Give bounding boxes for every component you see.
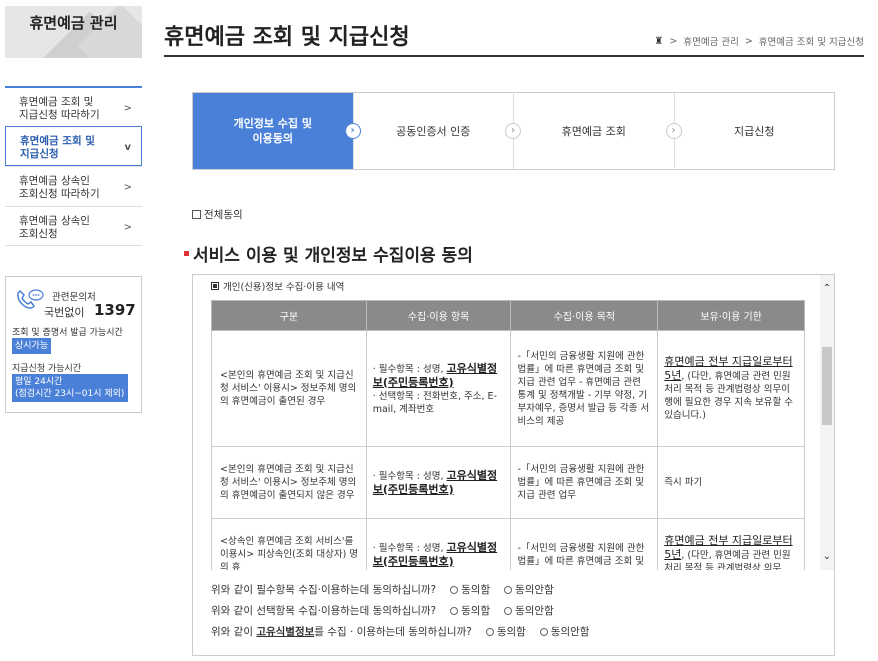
table-cell: · 필수항목 : 성명, 고유식별정보(주민등록번호) · 선택항목 : 전화번… [365, 330, 512, 447]
table-header-row: 구분 수집·이용 항목 수집·이용 목적 보유·이용 기한 [211, 300, 805, 331]
step-arrow-icon: › [344, 123, 361, 139]
radio-circle[interactable] [504, 585, 513, 594]
contact-label: 관련문의처 [52, 292, 96, 303]
chevron-down-icon[interactable]: ⌄ [820, 551, 834, 562]
consent-scroll-area[interactable]: 개인(신용)정보 수집·이용 내역 구분 수집·이용 항목 수집·이용 목적 보… [193, 275, 821, 570]
sidebar-item-heir-guide[interactable]: 휴면예금 상속인 조회신청 따라하기 > [5, 166, 142, 206]
progress-steps: 개인정보 수집 및 이용동의 › 공동인증서 인증 › 휴면예금 조회 › 지급신… [192, 92, 835, 170]
header-cell: 보유·이용 기한 [657, 300, 805, 331]
chevron-right-icon: > [123, 182, 132, 193]
agree-all-checkbox[interactable] [192, 210, 201, 219]
sidebar-title: 휴면예금 관리 [29, 14, 118, 32]
chevron-right-icon: > [123, 222, 132, 233]
radio-circle[interactable] [485, 627, 494, 636]
question-unique-id: 위와 같이 고유식별정보를 수집 · 이용하는데 동의하십니까? 동의함 동의안… [211, 624, 590, 639]
agree-radio[interactable]: 동의함 [450, 582, 490, 597]
table-row: <상속인 휴면예금 조회 서비스'를 이용시> 피상속인(조회 대상자) 명의 … [211, 518, 805, 570]
step-arrow-icon: › [665, 123, 682, 139]
home-icon[interactable]: ♜ [654, 36, 663, 47]
square-bullet-icon [211, 282, 219, 290]
contact-box: 관련문의처 국번없이 1397 조회 및 증명서 발급 가능시간 상시가능 지급… [5, 276, 142, 413]
phone-icon [17, 289, 44, 309]
radio-circle[interactable] [504, 606, 513, 615]
pay-hours: 지급신청 가능시간 [12, 364, 82, 374]
step-inquiry: 휴면예금 조회 › [514, 93, 682, 169]
disagree-radio[interactable]: 동의안함 [539, 624, 589, 639]
table-row: <본인의 휴면예금 조회 및 지급신청 서비스' 이용시> 정보주체 명의의 휴… [211, 446, 805, 519]
table-cell: <본인의 휴면예금 조회 및 지급신청 서비스' 이용시> 정보주체 명의의 휴… [211, 446, 367, 519]
table-caption: 개인(신용)정보 수집·이용 내역 [211, 279, 344, 293]
always-badge: 상시가능 [12, 338, 52, 354]
table-cell: -「서민의 금융생활 지원에 관한 법률」에 따른 휴면예금 조회 및 [510, 518, 659, 570]
step-apply: 지급신청 [734, 124, 775, 138]
disagree-radio[interactable]: 동의안함 [504, 582, 554, 597]
title-divider [164, 55, 864, 57]
step-arrow-icon: › [505, 123, 521, 139]
agree-radio[interactable]: 동의함 [485, 624, 526, 639]
page-title: 휴면예금 조회 및 지급신청 [164, 25, 410, 50]
breadcrumb-item[interactable]: 휴면예금 조회 및 지급신청 [759, 34, 864, 48]
pay-hours-badge: 평일 24시간 (점검시간 23시~01시 제외) [12, 374, 128, 402]
step-privacy-consent: 개인정보 수집 및 이용동의 › [193, 93, 361, 169]
table-cell: -「서민의 금융생활 지원에 관한 법률」에 따른 휴면예금 조회 및 지급 관… [510, 446, 659, 519]
step-certificate: 공동인증서 인증 › [354, 93, 521, 169]
sidebar-item-heir-apply[interactable]: 휴면예금 상속인 조회신청 > [5, 206, 142, 246]
cert-hours: 조회 및 증명서 발급 가능시간 [12, 328, 123, 338]
table-cell: · 필수항목 : 성명, 고유식별정보(주민등록번호) [365, 446, 512, 519]
contact-num-label: 국번없이 [44, 306, 85, 319]
agree-radio[interactable]: 동의함 [450, 603, 490, 618]
section-title: 서비스 이용 및 개인정보 수집이용 동의 [184, 241, 473, 266]
sidebar-header: 휴면예금 관리 [5, 6, 142, 58]
table-cell: <상속인 휴면예금 조회 서비스'를 이용시> 피상속인(조회 대상자) 명의 … [211, 518, 367, 570]
sidebar-item-inquiry-guide[interactable]: 휴면예금 조회 및 지급신청 따라하기 > [5, 86, 142, 126]
breadcrumb: ♜ > 휴면예금 관리 > 휴면예금 조회 및 지급신청 [654, 34, 864, 49]
sidebar-nav: 휴면예금 조회 및 지급신청 따라하기 > 휴면예금 조회 및 지급신청 v 휴… [5, 86, 142, 246]
sidebar-item-inquiry-apply[interactable]: 휴면예금 조회 및 지급신청 v [5, 126, 142, 166]
scrollbar-thumb[interactable] [822, 347, 832, 425]
breadcrumb-item[interactable]: 휴면예금 관리 [683, 34, 738, 48]
disagree-radio[interactable]: 동의안함 [504, 603, 554, 618]
header-cell: 구분 [211, 300, 367, 331]
chevron-down-icon: v [124, 142, 131, 153]
radio-circle[interactable] [539, 627, 548, 636]
consent-questions: 위와 같이 필수항목 수집·이용하는데 동의하십니까? 동의함 동의안함 위와 … [211, 579, 589, 642]
agree-all[interactable]: 전체동의 [192, 207, 243, 222]
radio-circle[interactable] [450, 606, 459, 615]
table-cell: -「서민의 금융생활 지원에 관한 법률」에 따른 휴면예금 조회 및 지급 관… [510, 330, 659, 447]
consent-table: 구분 수집·이용 항목 수집·이용 목적 보유·이용 기한 <본인의 휴면예금 … [211, 300, 805, 570]
bullet-icon [184, 251, 189, 256]
table-cell: 즉시 파기 [657, 446, 805, 519]
table-row: <본인의 휴면예금 조회 및 지급신청 서비스' 이용시> 정보주체 명의의 휴… [211, 330, 805, 447]
header-cell: 수집·이용 목적 [510, 300, 659, 331]
radio-circle[interactable] [450, 585, 459, 594]
table-cell: 휴면예금 전부 지급일로부터 5년, (다만, 휴면예금 관련 민원처리 목적 … [657, 330, 805, 447]
question-optional: 위와 같이 선택항목 수집·이용하는데 동의하십니까? 동의함 동의안함 [211, 603, 554, 618]
question-required: 위와 같이 필수항목 수집·이용하는데 동의하십니까? 동의함 동의안함 [211, 582, 554, 597]
consent-box: 개인(신용)정보 수집·이용 내역 구분 수집·이용 항목 수집·이용 목적 보… [192, 274, 835, 656]
scrollbar[interactable]: ⌃ ⌄ [820, 275, 834, 570]
table-cell: 휴면예금 전부 지급일로부터 5년, (다만, 휴면예금 관련 민원처리 목적 … [657, 518, 805, 570]
table-cell: <본인의 휴면예금 조회 및 지급신청 서비스' 이용시> 정보주체 명의의 휴… [211, 330, 367, 447]
header-cell: 수집·이용 항목 [365, 300, 512, 331]
table-cell: · 필수항목 : 성명, 고유식별정보(주민등록번호) [365, 518, 512, 570]
contact-number: 1397 [94, 301, 136, 319]
chevron-up-icon[interactable]: ⌃ [820, 283, 834, 294]
chevron-right-icon: > [123, 103, 132, 114]
